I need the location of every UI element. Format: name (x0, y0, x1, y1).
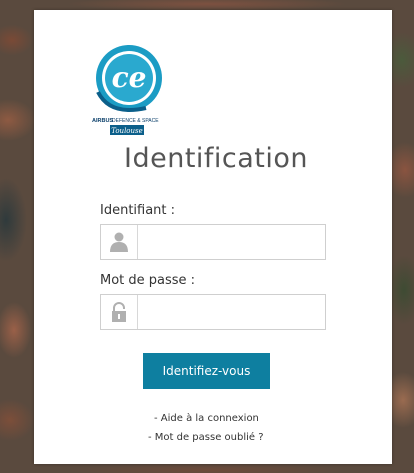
username-label: Identifiant : (100, 203, 176, 218)
password-field[interactable] (100, 294, 326, 330)
login-button[interactable]: Identifiez-vous (143, 353, 270, 389)
user-icon (101, 225, 138, 259)
logo-city: Toulouse (111, 127, 143, 135)
lock-icon (101, 295, 138, 329)
password-input[interactable] (138, 295, 323, 329)
ce-airbus-logo: ce AIRBUS DEFENCE & SPACE Toulouse (90, 42, 168, 140)
logo-company-bold: AIRBUS (92, 118, 113, 124)
page-title: Identification (124, 143, 309, 174)
password-label: Mot de passe : (100, 273, 196, 288)
logo-ce-text: ce (112, 61, 147, 94)
username-input[interactable] (138, 225, 323, 259)
username-field[interactable] (100, 224, 326, 260)
login-card: ce AIRBUS DEFENCE & SPACE Toulouse Ident… (34, 10, 392, 464)
forgot-password-link[interactable]: - Mot de passe oublié ? (148, 432, 264, 443)
help-link[interactable]: - Aide à la connexion (154, 413, 259, 424)
logo-company-light: DEFENCE & SPACE (112, 118, 159, 124)
